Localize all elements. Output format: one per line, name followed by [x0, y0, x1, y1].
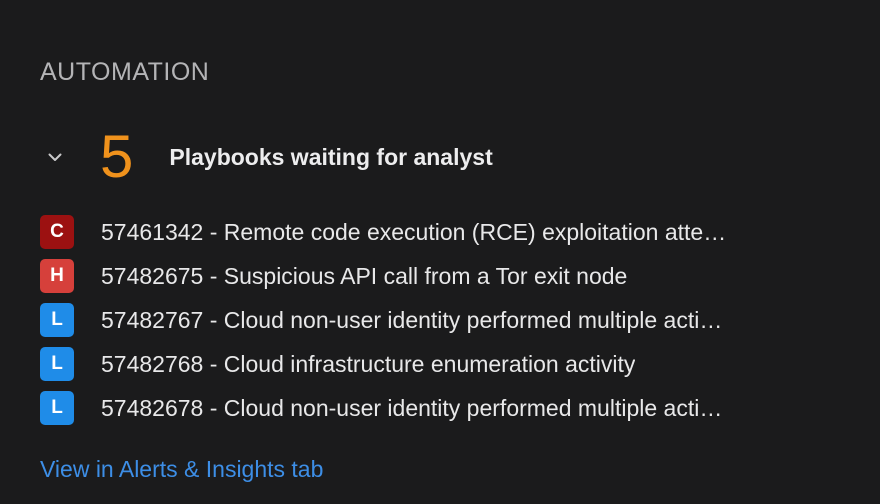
alert-row[interactable]: H 57482675 - Suspicious API call from a … [40, 254, 840, 298]
alert-title[interactable]: 57482675 - Suspicious API call from a To… [101, 263, 627, 290]
playbook-count: 5 [100, 123, 134, 190]
alert-row[interactable]: L 57482768 - Cloud infrastructure enumer… [40, 342, 840, 386]
group-label: Playbooks waiting for analyst [169, 143, 493, 170]
alert-title[interactable]: 57482768 - Cloud infrastructure enumerat… [101, 351, 635, 378]
alert-list: C 57461342 - Remote code execution (RCE)… [40, 210, 840, 430]
automation-panel: AUTOMATION 5 Playbooks waiting for analy… [0, 0, 880, 504]
alert-title[interactable]: 57482767 - Cloud non-user identity perfo… [101, 307, 722, 334]
alert-row[interactable]: L 57482678 - Cloud non-user identity per… [40, 386, 840, 430]
playbooks-group-header[interactable]: 5 Playbooks waiting for analyst [40, 122, 493, 192]
view-alerts-insights-link[interactable]: View in Alerts & Insights tab [40, 456, 323, 483]
severity-badge-high: H [40, 259, 74, 293]
section-title: AUTOMATION [40, 58, 210, 86]
severity-badge-low: L [40, 347, 74, 381]
alert-row[interactable]: L 57482767 - Cloud non-user identity per… [40, 298, 840, 342]
severity-badge-low: L [40, 303, 74, 337]
severity-badge-low: L [40, 391, 74, 425]
chevron-down-icon[interactable] [40, 142, 70, 172]
severity-badge-critical: C [40, 215, 74, 249]
alert-title[interactable]: 57461342 - Remote code execution (RCE) e… [101, 219, 726, 246]
alert-row[interactable]: C 57461342 - Remote code execution (RCE)… [40, 210, 840, 254]
alert-title[interactable]: 57482678 - Cloud non-user identity perfo… [101, 395, 722, 422]
